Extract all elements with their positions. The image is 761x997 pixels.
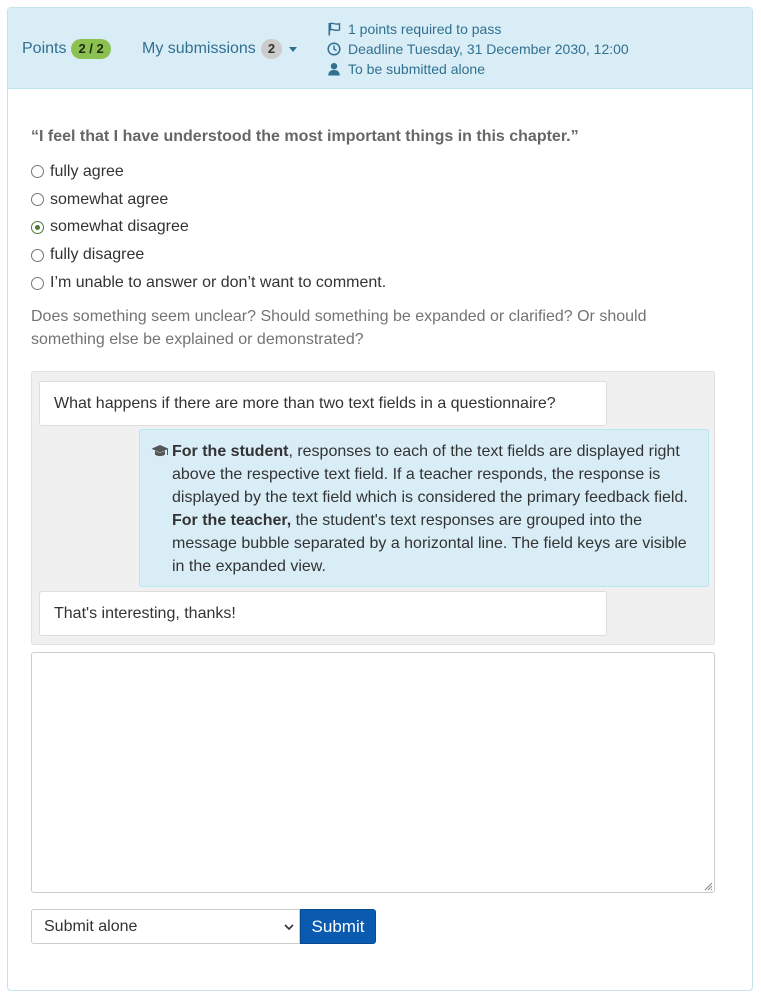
radio-button[interactable] bbox=[31, 248, 44, 262]
resize-handle-icon[interactable] bbox=[703, 881, 713, 891]
submissions-count-badge: 2 bbox=[260, 39, 283, 59]
student-message-text: That's interesting, thanks! bbox=[54, 604, 236, 622]
flag-icon bbox=[328, 22, 341, 36]
answer-option[interactable]: somewhat agree bbox=[31, 186, 715, 214]
deadline-text: Deadline Tuesday, 31 December 2030, 12:0… bbox=[348, 41, 629, 57]
submit-mode-select[interactable]: Submit alone bbox=[31, 909, 300, 944]
radio-button[interactable] bbox=[31, 276, 44, 290]
exercise-header: Points 2 / 2 My submissions 2 1 points r… bbox=[8, 8, 752, 89]
radio-button[interactable] bbox=[31, 220, 44, 234]
questionnaire-body: “I feel that I have understood the most … bbox=[31, 126, 715, 351]
graduation-cap-icon bbox=[151, 445, 169, 457]
answer-option-label: somewhat disagree bbox=[50, 218, 189, 236]
answer-option[interactable]: fully disagree bbox=[31, 241, 715, 269]
answer-option-label: fully disagree bbox=[50, 246, 145, 264]
points-required-row: 1 points required to pass bbox=[327, 19, 629, 39]
submit-button[interactable]: Submit bbox=[300, 909, 376, 944]
feedback-thread: What happens if there are more than two … bbox=[31, 371, 715, 645]
teacher-reply-student-heading: For the student bbox=[172, 443, 289, 460]
submit-mode-select-value: Submit alone bbox=[44, 917, 138, 935]
caret-down-icon bbox=[289, 46, 298, 52]
my-submissions-dropdown[interactable]: My submissions 2 bbox=[142, 39, 298, 59]
points-badge: 2 / 2 bbox=[71, 39, 111, 59]
answer-option-label: somewhat agree bbox=[50, 190, 169, 208]
submit-mode-text: To be submitted alone bbox=[348, 61, 485, 77]
answer-option-label: fully agree bbox=[50, 162, 124, 180]
answer-option[interactable]: fully agree bbox=[31, 158, 715, 186]
deadline-row: Deadline Tuesday, 31 December 2030, 12:0… bbox=[327, 39, 629, 59]
user-icon bbox=[328, 63, 340, 76]
feedback-prompt: Does something seem unclear? Should some… bbox=[31, 307, 647, 348]
answer-options: fully agree somewhat agree somewhat disagr… bbox=[31, 158, 715, 297]
student-message: What happens if there are more than two … bbox=[39, 381, 607, 426]
submit-mode-row: To be submitted alone bbox=[327, 59, 629, 79]
radio-button[interactable] bbox=[31, 193, 44, 207]
chevron-down-icon bbox=[284, 924, 294, 931]
exercise-meta: 1 points required to pass Deadline Tuesd… bbox=[327, 19, 629, 79]
teacher-reply-teacher-heading: For the teacher, bbox=[172, 512, 292, 529]
student-message: That's interesting, thanks! bbox=[39, 591, 607, 636]
teacher-reply: For the student, responses to each of th… bbox=[139, 429, 709, 587]
answer-option[interactable]: I’m unable to answer or don’t want to co… bbox=[31, 269, 715, 297]
points-summary: Points 2 / 2 bbox=[22, 39, 111, 59]
question-text: “I feel that I have understood the most … bbox=[31, 128, 579, 145]
student-message-text: What happens if there are more than two … bbox=[54, 394, 556, 412]
clock-icon bbox=[327, 42, 341, 56]
my-submissions-label: My submissions bbox=[142, 40, 256, 57]
answer-option-label: I’m unable to answer or don’t want to co… bbox=[50, 274, 387, 292]
radio-button[interactable] bbox=[31, 165, 44, 179]
feedback-textarea[interactable] bbox=[31, 652, 715, 893]
points-required-text: 1 points required to pass bbox=[348, 21, 502, 37]
points-label: Points bbox=[22, 40, 67, 57]
answer-option[interactable]: somewhat disagree bbox=[31, 214, 715, 242]
